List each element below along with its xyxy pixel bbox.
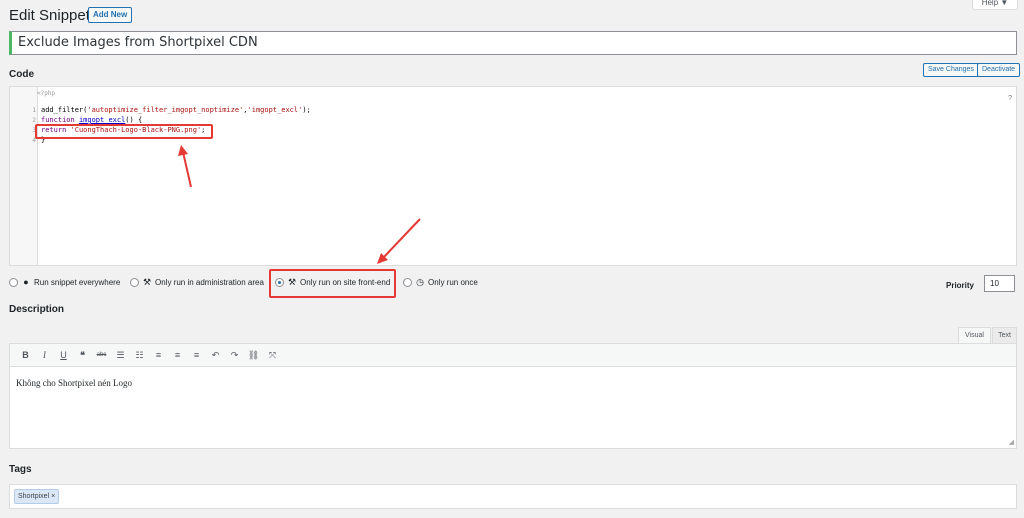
line-number: 3 [32, 127, 36, 134]
align-right-icon[interactable]: ≡ [187, 346, 206, 365]
align-left-icon[interactable]: ≡ [149, 346, 168, 365]
snippet-title-input[interactable]: Exclude Images from Shortpixel CDN [9, 31, 1017, 55]
fullscreen-icon[interactable]: ⤧ [263, 346, 282, 365]
editor-toolbar: B I U ❝ abc ☰ ☷ ≡ ≡ ≡ ↶ ↷ ⛓ ⤧ [9, 343, 1017, 367]
code-line-1: add_filter('autoptimize_filter_imgopt_no… [41, 106, 311, 114]
resize-grip-icon[interactable]: ◢ [1009, 438, 1014, 446]
description-content: Không cho Shortpixel nén Logo [16, 378, 132, 388]
description-editor[interactable]: Không cho Shortpixel nén Logo ◢ [9, 367, 1017, 449]
undo-icon[interactable]: ↶ [206, 346, 225, 365]
strikethrough-icon[interactable]: abc [92, 346, 111, 365]
tags-input[interactable]: Shortpixel × [9, 484, 1017, 509]
clock-icon: ◷ [416, 277, 424, 287]
underline-icon[interactable]: U [54, 346, 73, 365]
tab-visual[interactable]: Visual [958, 327, 991, 343]
line-number: 1 [32, 107, 36, 114]
help-tab[interactable]: Help ▼ [972, 0, 1018, 10]
description-label: Description [9, 304, 65, 315]
numbered-list-icon[interactable]: ☷ [130, 346, 149, 365]
tags-label: Tags [9, 464, 32, 475]
line-number: 2 [32, 117, 36, 124]
radio-admin[interactable] [130, 278, 139, 287]
italic-icon[interactable]: I [35, 346, 54, 365]
link-icon[interactable]: ⛓ [244, 346, 263, 365]
globe-icon: ● [23, 277, 29, 287]
php-open-tag: <?php [37, 90, 56, 97]
blockquote-icon[interactable]: ❝ [73, 346, 92, 365]
hammer-icon: ⚒ [287, 277, 297, 287]
deactivate-button[interactable]: Deactivate [977, 63, 1021, 77]
line-number-gutter: 1 2 3 4 [10, 87, 38, 265]
scope-option-everywhere[interactable]: ● Run snippet everywhere [9, 277, 120, 287]
save-changes-button[interactable]: Save Changes [923, 63, 979, 77]
tag-chip[interactable]: Shortpixel × [14, 489, 60, 504]
bold-icon[interactable]: B [16, 346, 35, 365]
radio-frontend[interactable] [275, 278, 284, 287]
scope-option-admin[interactable]: ⚒ Only run in administration area [130, 277, 264, 288]
radio-once[interactable] [403, 278, 412, 287]
scope-option-frontend[interactable]: ⚒ Only run on site front-end [275, 277, 390, 288]
editor-help-icon[interactable]: ? [1008, 95, 1012, 102]
bullet-list-icon[interactable]: ☰ [111, 346, 130, 365]
annotation-box-return [35, 124, 213, 139]
priority-label: Priority [946, 281, 975, 290]
radio-everywhere[interactable] [9, 277, 18, 287]
scope-option-once[interactable]: ◷ Only run once [403, 277, 478, 288]
tab-text[interactable]: Text [992, 327, 1017, 343]
code-line-2: function imgopt_excl() { [41, 116, 143, 124]
priority-input[interactable]: 10 [984, 275, 1015, 292]
redo-icon[interactable]: ↷ [225, 346, 244, 365]
wrench-icon: ⚒ [142, 277, 152, 287]
line-number: 4 [32, 137, 36, 144]
add-new-button[interactable]: Add New [88, 7, 133, 23]
code-editor[interactable]: 1 2 3 4 <?php add_filter('autoptimize_fi… [9, 86, 1017, 266]
align-center-icon[interactable]: ≡ [168, 346, 187, 365]
code-label: Code [9, 69, 34, 80]
page-title: Edit Snippet [9, 7, 90, 24]
